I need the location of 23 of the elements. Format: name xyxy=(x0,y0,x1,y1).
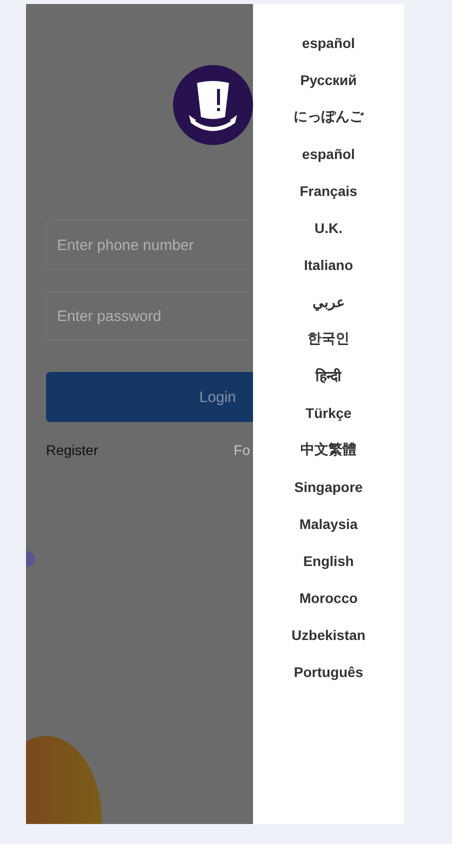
language-option[interactable]: Português xyxy=(294,653,364,690)
circle-decoration xyxy=(26,551,35,567)
language-option[interactable]: 한국인 xyxy=(308,320,350,357)
language-option[interactable]: 中文繁體 xyxy=(300,431,356,468)
language-option[interactable]: Uzbekistan xyxy=(292,616,366,653)
language-option[interactable]: español xyxy=(302,24,355,61)
language-option[interactable]: Italiano xyxy=(304,246,353,283)
language-option[interactable]: हिन्दी xyxy=(316,357,342,394)
login-button[interactable]: Login xyxy=(46,372,253,422)
language-option[interactable]: Malaysia xyxy=(299,505,358,542)
language-option[interactable]: Morocco xyxy=(299,579,358,616)
language-option[interactable]: عربي xyxy=(312,283,344,320)
language-option[interactable]: Türkçe xyxy=(306,394,352,431)
phone-input-field[interactable]: Enter phone number xyxy=(46,220,253,270)
language-option[interactable]: Singapore xyxy=(294,468,363,505)
language-option[interactable]: Français xyxy=(300,172,358,209)
register-link[interactable]: Register xyxy=(46,442,98,458)
password-input-field[interactable]: Enter password xyxy=(46,291,253,341)
language-option[interactable]: U.K. xyxy=(314,209,342,246)
language-option[interactable]: Русский xyxy=(300,61,357,98)
language-option[interactable]: にっぽんご xyxy=(294,98,364,135)
language-option[interactable]: English xyxy=(303,542,354,579)
language-option[interactable]: español xyxy=(302,135,355,172)
